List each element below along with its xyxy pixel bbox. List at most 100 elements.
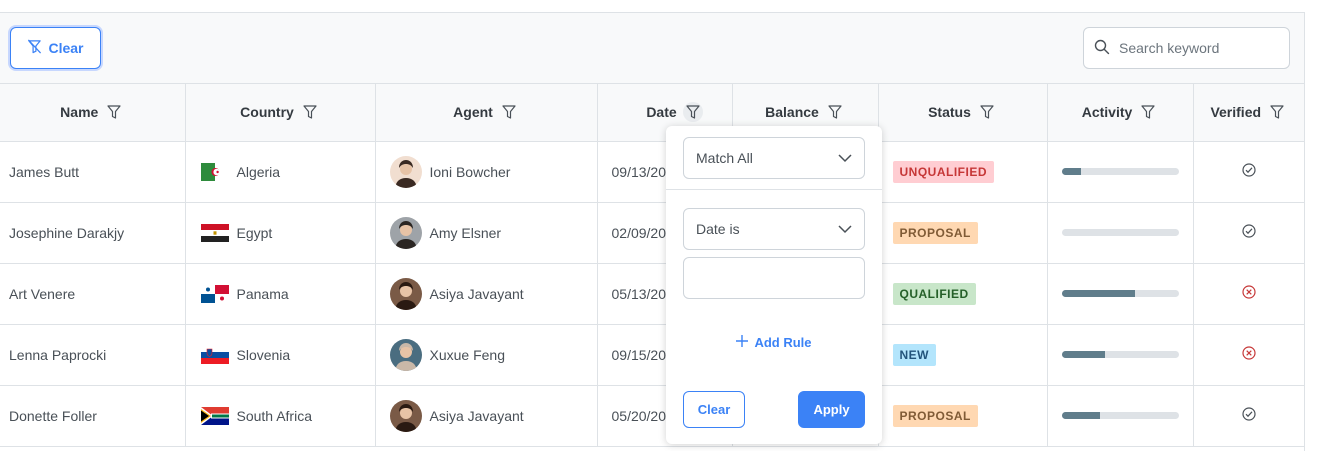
cell-activity <box>1047 141 1194 203</box>
agent-avatar <box>389 216 422 249</box>
cell-verified <box>1193 324 1304 386</box>
filter-icon[interactable] <box>1267 102 1287 122</box>
agent-avatar <box>389 277 422 310</box>
search-icon <box>1094 39 1110 58</box>
column-header-label: Agent <box>453 104 493 121</box>
column-header-label: Name <box>60 104 99 121</box>
country-name: Algeria <box>236 163 281 180</box>
cell-verified <box>1193 202 1304 264</box>
cell-name: James Butt <box>0 141 186 203</box>
cell-country: Egypt <box>185 202 376 264</box>
filter-operator-dropdown[interactable]: Match All <box>683 137 865 179</box>
times-circle-icon <box>1242 285 1256 302</box>
global-search[interactable] <box>1083 27 1290 69</box>
activity-progress-bar <box>1061 229 1179 236</box>
chevron-down-icon <box>838 221 852 237</box>
customer-name: Josephine Darakjy <box>9 224 125 241</box>
filter-icon[interactable] <box>977 102 997 122</box>
agent-avatar <box>389 338 422 371</box>
filter-clear-button[interactable]: Clear <box>683 391 745 428</box>
column-header-country: Country <box>185 84 376 142</box>
customer-date: 09/13/20 <box>611 163 667 180</box>
filter-icon[interactable] <box>104 102 124 122</box>
filter-icon[interactable] <box>825 102 845 122</box>
customer-name: Art Venere <box>9 285 76 302</box>
customer-name: Donette Foller <box>9 407 97 424</box>
filter-slash-icon <box>27 39 42 57</box>
search-input[interactable] <box>1119 40 1279 56</box>
cell-status: NEW <box>878 324 1048 386</box>
column-header-label: Date <box>646 104 677 121</box>
cell-country: South Africa <box>185 385 376 447</box>
activity-progress-fill <box>1061 168 1082 175</box>
table-row[interactable]: Art Venere Panama Asiya Javayant 05/13/20 QU… <box>0 263 1304 325</box>
check-circle-icon <box>1242 407 1256 424</box>
status-badge: UNQUALIFIED <box>892 160 994 183</box>
country-name: Slovenia <box>236 346 291 363</box>
cell-verified <box>1193 263 1304 325</box>
table-row[interactable]: Donette Foller South Africa Asiya Javayant… <box>0 385 1304 447</box>
activity-progress-bar <box>1061 412 1179 419</box>
agent-name: Asiya Javayant <box>429 285 524 302</box>
activity-progress-fill <box>1061 351 1105 358</box>
column-header-name: Name <box>0 84 186 142</box>
status-badge: NEW <box>892 343 936 366</box>
filter-match-mode-value: Date is <box>696 221 740 237</box>
cell-verified <box>1193 141 1304 203</box>
cell-name: Donette Foller <box>0 385 186 447</box>
filter-icon[interactable] <box>682 102 703 123</box>
activity-progress-fill <box>1061 412 1101 419</box>
filter-icon[interactable] <box>1138 102 1158 122</box>
cell-agent: Asiya Javayant <box>375 263 598 325</box>
filter-icon[interactable] <box>499 102 519 122</box>
clear-filters-button[interactable]: Clear <box>10 27 101 69</box>
column-header-label: Country <box>240 104 294 121</box>
panama-flag <box>200 284 229 303</box>
table-row[interactable]: James Butt Algeria Ioni Bowcher 09/13/20 UNQ… <box>0 141 1304 203</box>
agent-name: Asiya Javayant <box>429 407 524 424</box>
slovenia-flag <box>200 345 229 364</box>
agent-name: Ioni Bowcher <box>429 163 511 180</box>
cell-agent: Amy Elsner <box>375 202 598 264</box>
agent-name: Xuxue Feng <box>429 346 506 363</box>
south-africa-flag <box>200 406 229 425</box>
activity-progress-bar <box>1061 168 1179 175</box>
column-header-label: Status <box>928 104 971 121</box>
column-header-agent: Agent <box>375 84 598 142</box>
cell-activity <box>1047 202 1194 264</box>
filter-icon[interactable] <box>300 102 320 122</box>
agent-avatar <box>389 155 422 188</box>
status-badge: PROPOSAL <box>892 404 978 427</box>
egypt-flag <box>200 223 229 242</box>
customer-date: 05/20/20 <box>611 407 667 424</box>
clear-filters-label: Clear <box>48 40 84 56</box>
column-header-status: Status <box>878 84 1048 142</box>
cell-status: QUALIFIED <box>878 263 1048 325</box>
cell-activity <box>1047 324 1194 386</box>
cell-name: Art Venere <box>0 263 186 325</box>
filter-match-mode-dropdown[interactable]: Date is <box>683 208 865 250</box>
times-circle-icon <box>1242 346 1256 363</box>
cell-country: Algeria <box>185 141 376 203</box>
customer-name: Lenna Paprocki <box>9 346 107 363</box>
date-filter-overlay: Match All Date is Add Rule Clear Apply <box>666 126 882 444</box>
cell-verified <box>1193 385 1304 447</box>
algeria-flag <box>200 162 229 181</box>
add-rule-button[interactable]: Add Rule <box>666 335 882 350</box>
cell-status: PROPOSAL <box>878 385 1048 447</box>
cell-agent: Asiya Javayant <box>375 385 598 447</box>
country-name: South Africa <box>236 407 313 424</box>
country-name: Egypt <box>236 224 273 241</box>
column-header-label: Activity <box>1081 104 1133 121</box>
filter-apply-button[interactable]: Apply <box>798 391 865 428</box>
table-row[interactable]: Lenna Paprocki Slovenia Xuxue Feng 09/15/20… <box>0 324 1304 386</box>
table-row[interactable]: Josephine Darakjy Egypt Amy Elsner 02/09/20… <box>0 202 1304 264</box>
cell-agent: Ioni Bowcher <box>375 141 598 203</box>
cell-name: Lenna Paprocki <box>0 324 186 386</box>
date-filter-input[interactable] <box>683 257 865 299</box>
agent-name: Amy Elsner <box>429 224 502 241</box>
agent-avatar <box>389 399 422 432</box>
customers-table-panel: Clear Name Country Agent Date Balance St… <box>0 12 1305 451</box>
customer-name: James Butt <box>9 163 80 180</box>
column-header-verified: Verified <box>1193 84 1304 142</box>
